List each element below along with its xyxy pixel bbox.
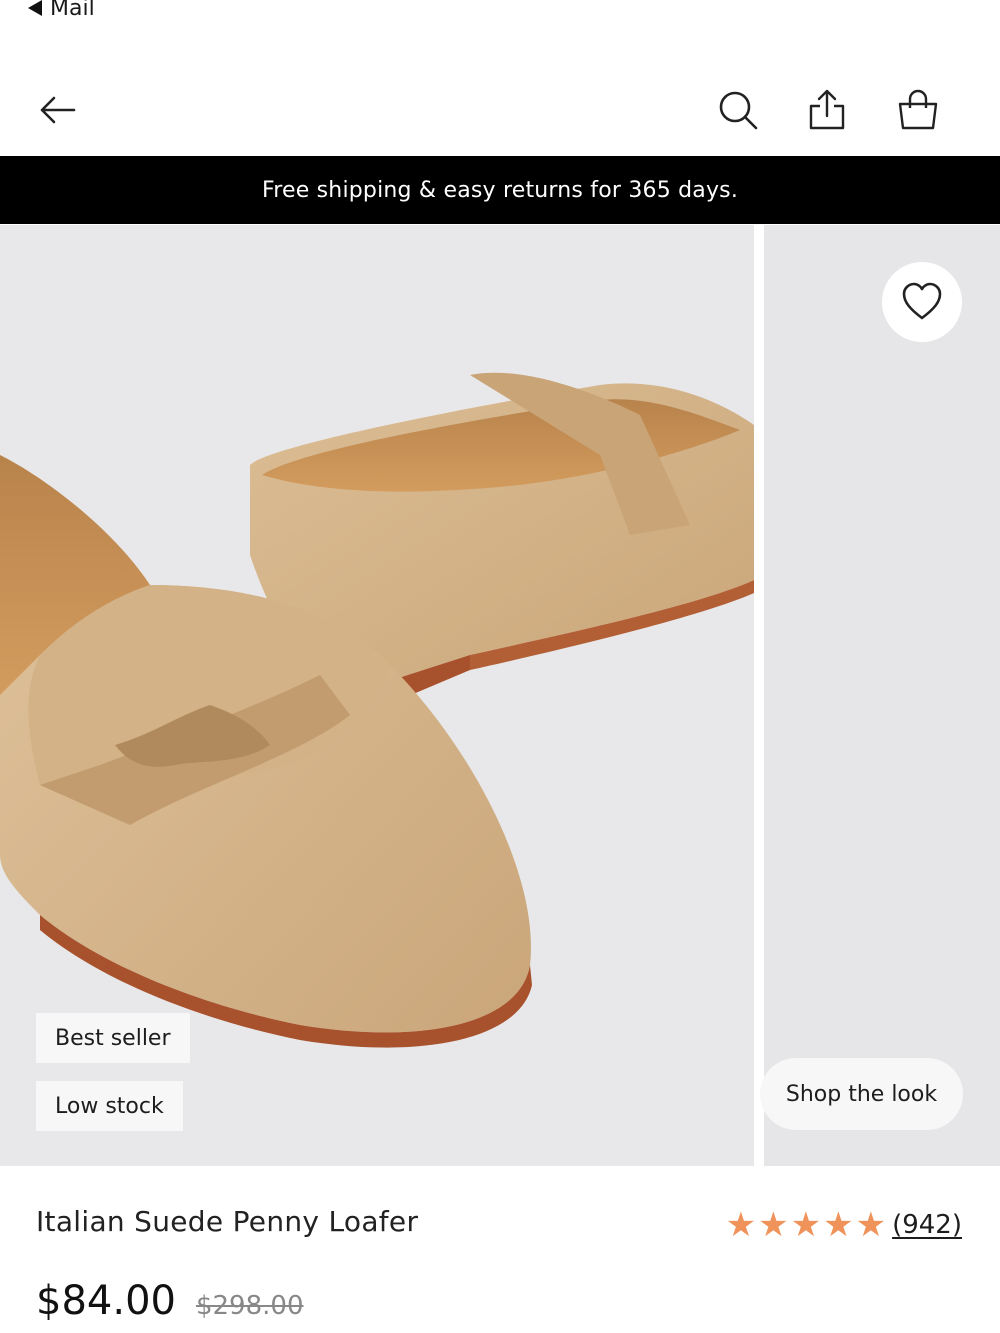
wishlist-button[interactable] [882,262,962,342]
badge-label: Best seller [55,1025,171,1051]
star-icon: ★ [758,1205,789,1245]
top-navbar [0,60,1000,156]
review-count-link[interactable]: (942) [892,1210,962,1240]
search-button[interactable] [710,82,766,138]
star-icon: ★ [725,1205,757,1245]
price-original: $298.00 [195,1291,304,1321]
heart-icon [902,282,942,320]
star-icon: ★ [855,1205,887,1245]
product-image-next[interactable] [764,225,1000,1166]
low-stock-badge: Low stock [36,1081,183,1131]
price-current: $84.00 [36,1278,176,1324]
share-icon [809,89,845,130]
promo-banner: Free shipping & easy returns for 365 day… [0,156,1000,224]
shopping-bag-button[interactable] [890,82,946,138]
price-row: $84.00 $298.00 [36,1278,304,1324]
shop-the-look-button[interactable]: Shop the look [760,1058,963,1130]
product-image-gallery[interactable]: Best seller Low stock Shop the look [0,225,1000,1166]
status-back-to-mail[interactable]: Mail [28,0,95,22]
best-seller-badge: Best seller [36,1013,190,1063]
promo-text: Free shipping & easy returns for 365 day… [261,177,739,203]
product-image-main[interactable]: Best seller Low stock [0,225,754,1166]
back-triangle-icon [28,0,42,16]
shopping-bag-icon [898,89,938,130]
badge-label: Low stock [55,1093,164,1119]
product-name: Italian Suede Penny Loafer [36,1205,419,1238]
search-icon [719,91,758,130]
product-rating[interactable]: ★ ★ ★ ★ ★ (942) [726,1205,962,1245]
star-icon: ★ [823,1205,854,1245]
back-app-label: Mail [50,0,95,21]
star-icon: ★ [790,1205,822,1245]
shop-the-look-label: Shop the look [785,1081,938,1107]
back-button[interactable] [30,82,86,138]
share-button[interactable] [799,82,855,138]
arrow-left-icon [40,96,76,124]
star-rating: ★ ★ ★ ★ ★ [726,1205,886,1245]
